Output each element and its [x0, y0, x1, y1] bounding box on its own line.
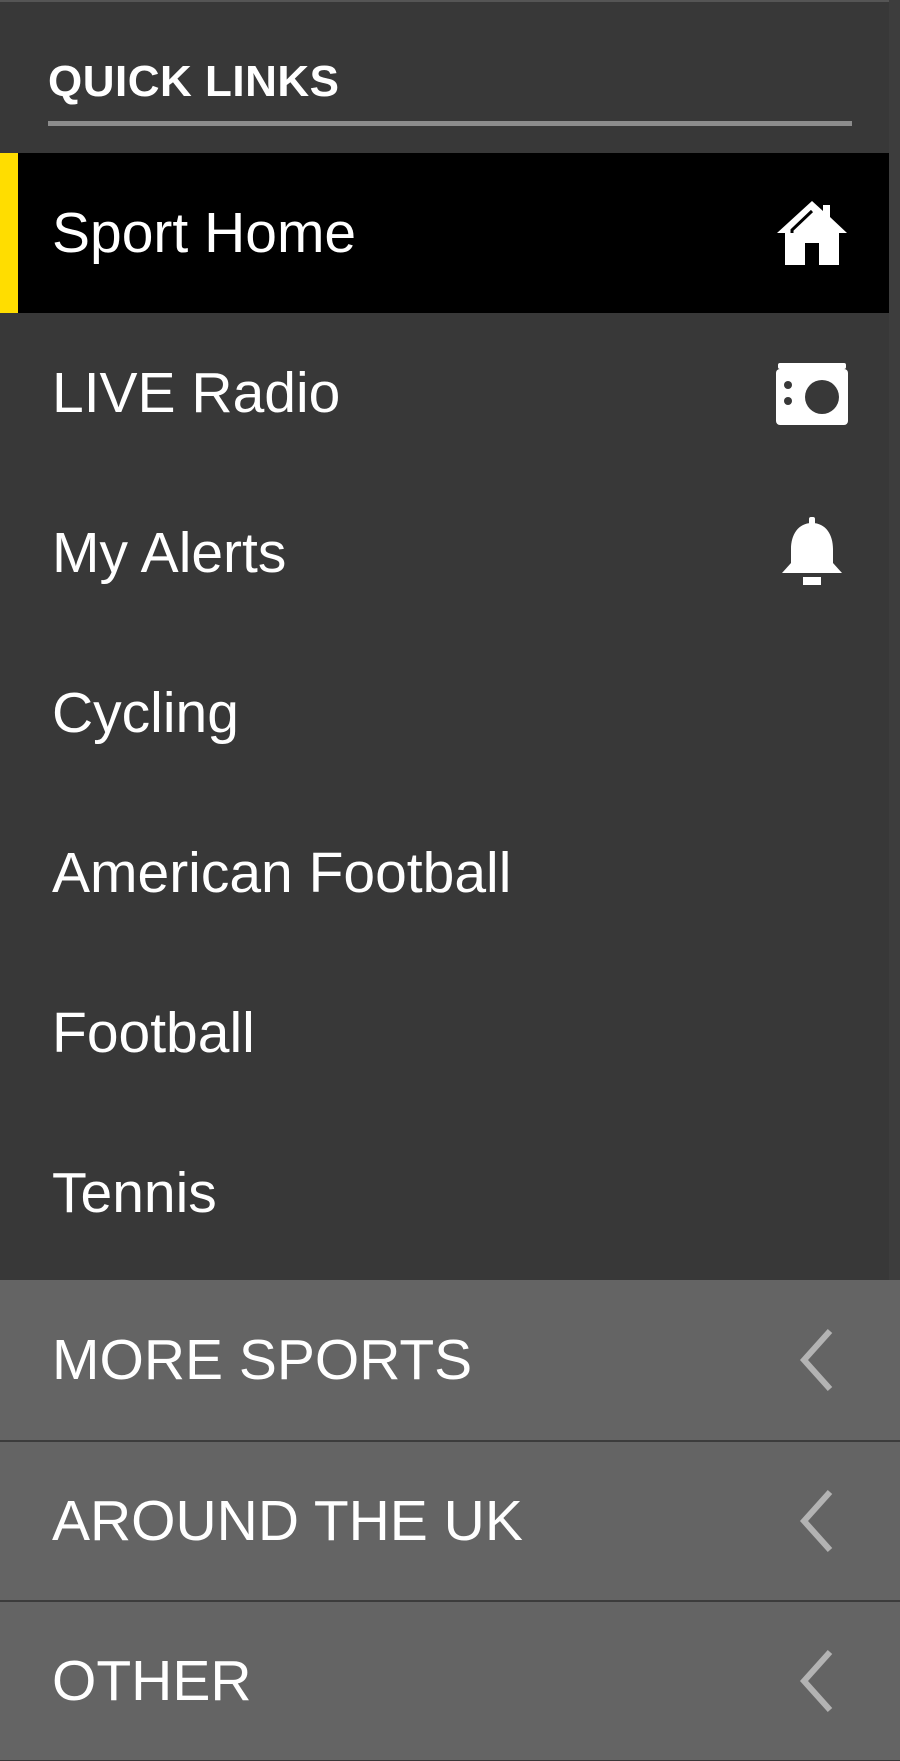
home-icon — [774, 195, 850, 271]
quick-links-title: QUICK LINKS — [48, 57, 340, 106]
navigation-drawer: QUICK LINKS Sport Home LIVE Radio My Ale… — [0, 0, 900, 1761]
quick-links-menu: Sport Home LIVE Radio My Alerts Cycling … — [0, 153, 900, 1273]
menu-item-american-football[interactable]: American Football — [0, 793, 900, 953]
active-indicator — [0, 153, 18, 313]
menu-item-label: Tennis — [52, 1161, 217, 1225]
section-around-the-uk[interactable]: AROUND THE UK — [0, 1440, 900, 1600]
quick-links-header: QUICK LINKS — [48, 56, 852, 126]
menu-item-label: My Alerts — [52, 521, 287, 585]
menu-item-label: LIVE Radio — [52, 361, 341, 425]
section-label: AROUND THE UK — [52, 1489, 523, 1553]
scrollbar[interactable] — [889, 0, 900, 1287]
menu-item-label: Football — [52, 1001, 255, 1065]
section-label: MORE SPORTS — [52, 1328, 473, 1392]
chevron-left-icon — [799, 1649, 833, 1713]
menu-item-live-radio[interactable]: LIVE Radio — [0, 313, 900, 473]
menu-item-cycling[interactable]: Cycling — [0, 633, 900, 793]
bell-icon — [774, 515, 850, 591]
section-more-sports[interactable]: MORE SPORTS — [0, 1280, 900, 1440]
menu-item-my-alerts[interactable]: My Alerts — [0, 473, 900, 633]
menu-item-label: American Football — [52, 841, 512, 905]
section-other[interactable]: OTHER — [0, 1600, 900, 1760]
chevron-left-icon — [799, 1489, 833, 1553]
top-divider — [0, 0, 900, 2]
menu-item-tennis[interactable]: Tennis — [0, 1113, 900, 1273]
section-label: OTHER — [52, 1649, 252, 1713]
menu-item-label: Cycling — [52, 681, 239, 745]
menu-item-label: Sport Home — [52, 201, 357, 265]
radio-icon — [774, 355, 850, 431]
section-expanders: MORE SPORTS AROUND THE UK OTHER — [0, 1280, 900, 1760]
menu-item-sport-home[interactable]: Sport Home — [0, 153, 900, 313]
menu-item-football[interactable]: Football — [0, 953, 900, 1113]
chevron-left-icon — [799, 1328, 833, 1392]
